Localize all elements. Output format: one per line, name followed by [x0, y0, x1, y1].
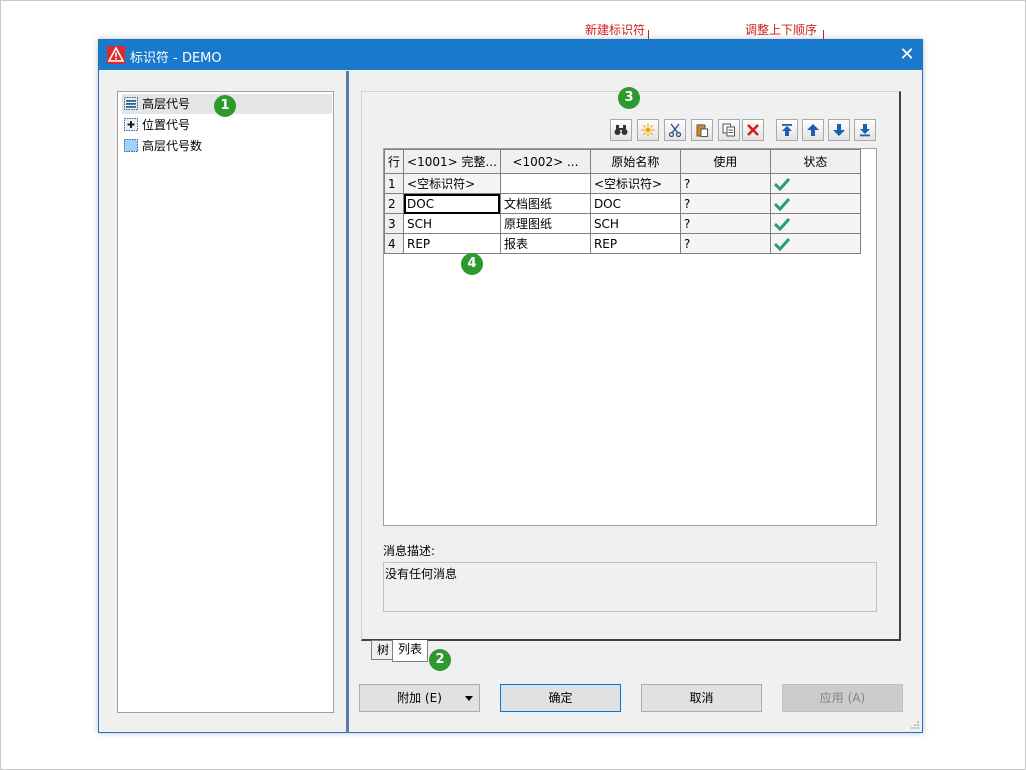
- arrow-bottom-icon: [860, 124, 870, 137]
- identifier-dialog: 标识符 - DEMO ✕ 高层代号 位置代号 高层代号数 1 3 行 <1001…: [98, 39, 923, 733]
- arrow-up-icon: [807, 124, 819, 136]
- cell-original-name[interactable]: SCH: [589, 213, 681, 234]
- cell-status: [769, 193, 861, 214]
- table-row[interactable]: 2 DOC 文档图纸 DOC ?: [383, 193, 861, 214]
- column-header-1002[interactable]: <1002> ...: [499, 149, 591, 174]
- higher-level-code-count-icon: [124, 139, 138, 152]
- cell-usage[interactable]: ?: [679, 233, 771, 254]
- column-header-original-name[interactable]: 原始名称: [589, 149, 681, 174]
- dropdown-arrow-icon: [465, 696, 473, 701]
- title-bar: 标识符 - DEMO ✕: [99, 40, 922, 70]
- location-code-icon: [124, 118, 138, 131]
- higher-level-code-icon: [124, 97, 138, 110]
- column-header-usage[interactable]: 使用: [679, 149, 771, 174]
- cell-1001[interactable]: REP: [403, 233, 501, 254]
- cell-status: [769, 173, 861, 194]
- message-box: 没有任何消息: [383, 562, 877, 612]
- cell-1001[interactable]: <空标识符>: [403, 173, 501, 194]
- cell-status: [769, 213, 861, 234]
- table-row[interactable]: 3 SCH 原理图纸 SCH ?: [383, 213, 861, 234]
- delete-button[interactable]: [742, 119, 764, 141]
- copy-button[interactable]: [718, 119, 740, 141]
- resize-grip-icon[interactable]: [910, 720, 920, 730]
- identifier-grid: 行 <1001> 完整... <1002> ... 原始名称 使用 状态 1 <…: [383, 148, 877, 526]
- append-dropdown-button[interactable]: 附加 (E): [359, 684, 480, 712]
- binoculars-icon: [614, 125, 628, 135]
- paste-clipboard-icon: [696, 124, 708, 137]
- panel-splitter[interactable]: [346, 71, 349, 733]
- check-icon: [773, 177, 790, 191]
- table-row[interactable]: 1 <空标识符> <空标识符> ?: [383, 173, 861, 194]
- column-header-row[interactable]: 行: [383, 149, 405, 174]
- move-up-button[interactable]: [802, 119, 824, 141]
- column-header-1001[interactable]: <1001> 完整...: [403, 149, 501, 174]
- callout-badge-1: 1: [214, 95, 236, 117]
- tree-item-label: 位置代号: [142, 118, 191, 132]
- row-number: 1: [383, 173, 405, 194]
- tree-item-higher-level-code-count[interactable]: 高层代号数: [122, 136, 202, 156]
- copy-icon: [722, 123, 735, 137]
- cell-1002[interactable]: 原理图纸: [499, 213, 591, 234]
- tab-list[interactable]: 列表: [392, 640, 429, 662]
- cell-original-name[interactable]: <空标识符>: [589, 173, 681, 194]
- identifier-table: 行 <1001> 完整... <1002> ... 原始名称 使用 状态 1 <…: [383, 149, 861, 254]
- tree-item-label: 高层代号数: [142, 139, 203, 153]
- callout-badge-3: 3: [618, 87, 640, 109]
- close-button[interactable]: ✕: [892, 40, 922, 70]
- new-sparkle-icon: [641, 123, 655, 137]
- check-icon: [773, 197, 790, 211]
- scissors-icon: [668, 123, 682, 137]
- cell-original-name[interactable]: REP: [589, 233, 681, 254]
- message-label: 消息描述:: [383, 544, 436, 558]
- row-number: 2: [383, 193, 405, 214]
- arrow-top-icon: [782, 124, 792, 136]
- column-header-status[interactable]: 状态: [769, 149, 861, 174]
- apply-button[interactable]: 应用 (A): [782, 684, 903, 712]
- move-to-top-button[interactable]: [776, 119, 798, 141]
- app-warning-icon: [107, 46, 125, 64]
- row-number: 3: [383, 213, 405, 234]
- cell-usage[interactable]: ?: [679, 193, 771, 214]
- cell-1001[interactable]: DOC: [403, 193, 501, 214]
- left-tree-panel: 高层代号 位置代号 高层代号数: [117, 91, 334, 713]
- ok-button[interactable]: 确定: [500, 684, 621, 712]
- move-down-button[interactable]: [828, 119, 850, 141]
- cell-1002[interactable]: 文档图纸: [499, 193, 591, 214]
- tree-item-location-code[interactable]: 位置代号: [122, 115, 190, 135]
- move-to-bottom-button[interactable]: [854, 119, 876, 141]
- delete-x-icon: [747, 124, 759, 136]
- append-button-label: 附加 (E): [397, 691, 442, 705]
- row-number: 4: [383, 233, 405, 254]
- annotation-adjust-order: 调整上下顺序: [745, 23, 818, 37]
- cell-1001[interactable]: SCH: [403, 213, 501, 234]
- check-icon: [773, 237, 790, 251]
- cell-1002[interactable]: 报表: [499, 233, 591, 254]
- cell-original-name[interactable]: DOC: [589, 193, 681, 214]
- find-button[interactable]: [610, 119, 632, 141]
- cell-usage[interactable]: ?: [679, 213, 771, 234]
- check-icon: [773, 217, 790, 231]
- annotation-new-identifier: 新建标识符: [585, 23, 646, 37]
- window-title: 标识符 - DEMO: [130, 51, 222, 66]
- cell-1002[interactable]: [499, 173, 591, 194]
- callout-badge-2: 2: [429, 649, 451, 671]
- new-identifier-button[interactable]: [637, 119, 659, 141]
- callout-badge-4: 4: [461, 253, 483, 275]
- tree-item-label: 高层代号: [142, 97, 191, 111]
- table-row[interactable]: 4 REP 报表 REP ?: [383, 233, 861, 254]
- cancel-button[interactable]: 取消: [641, 684, 762, 712]
- cut-button[interactable]: [664, 119, 686, 141]
- paste-button[interactable]: [691, 119, 713, 141]
- cell-status: [769, 233, 861, 254]
- cell-usage[interactable]: ?: [679, 173, 771, 194]
- arrow-down-icon: [833, 124, 845, 136]
